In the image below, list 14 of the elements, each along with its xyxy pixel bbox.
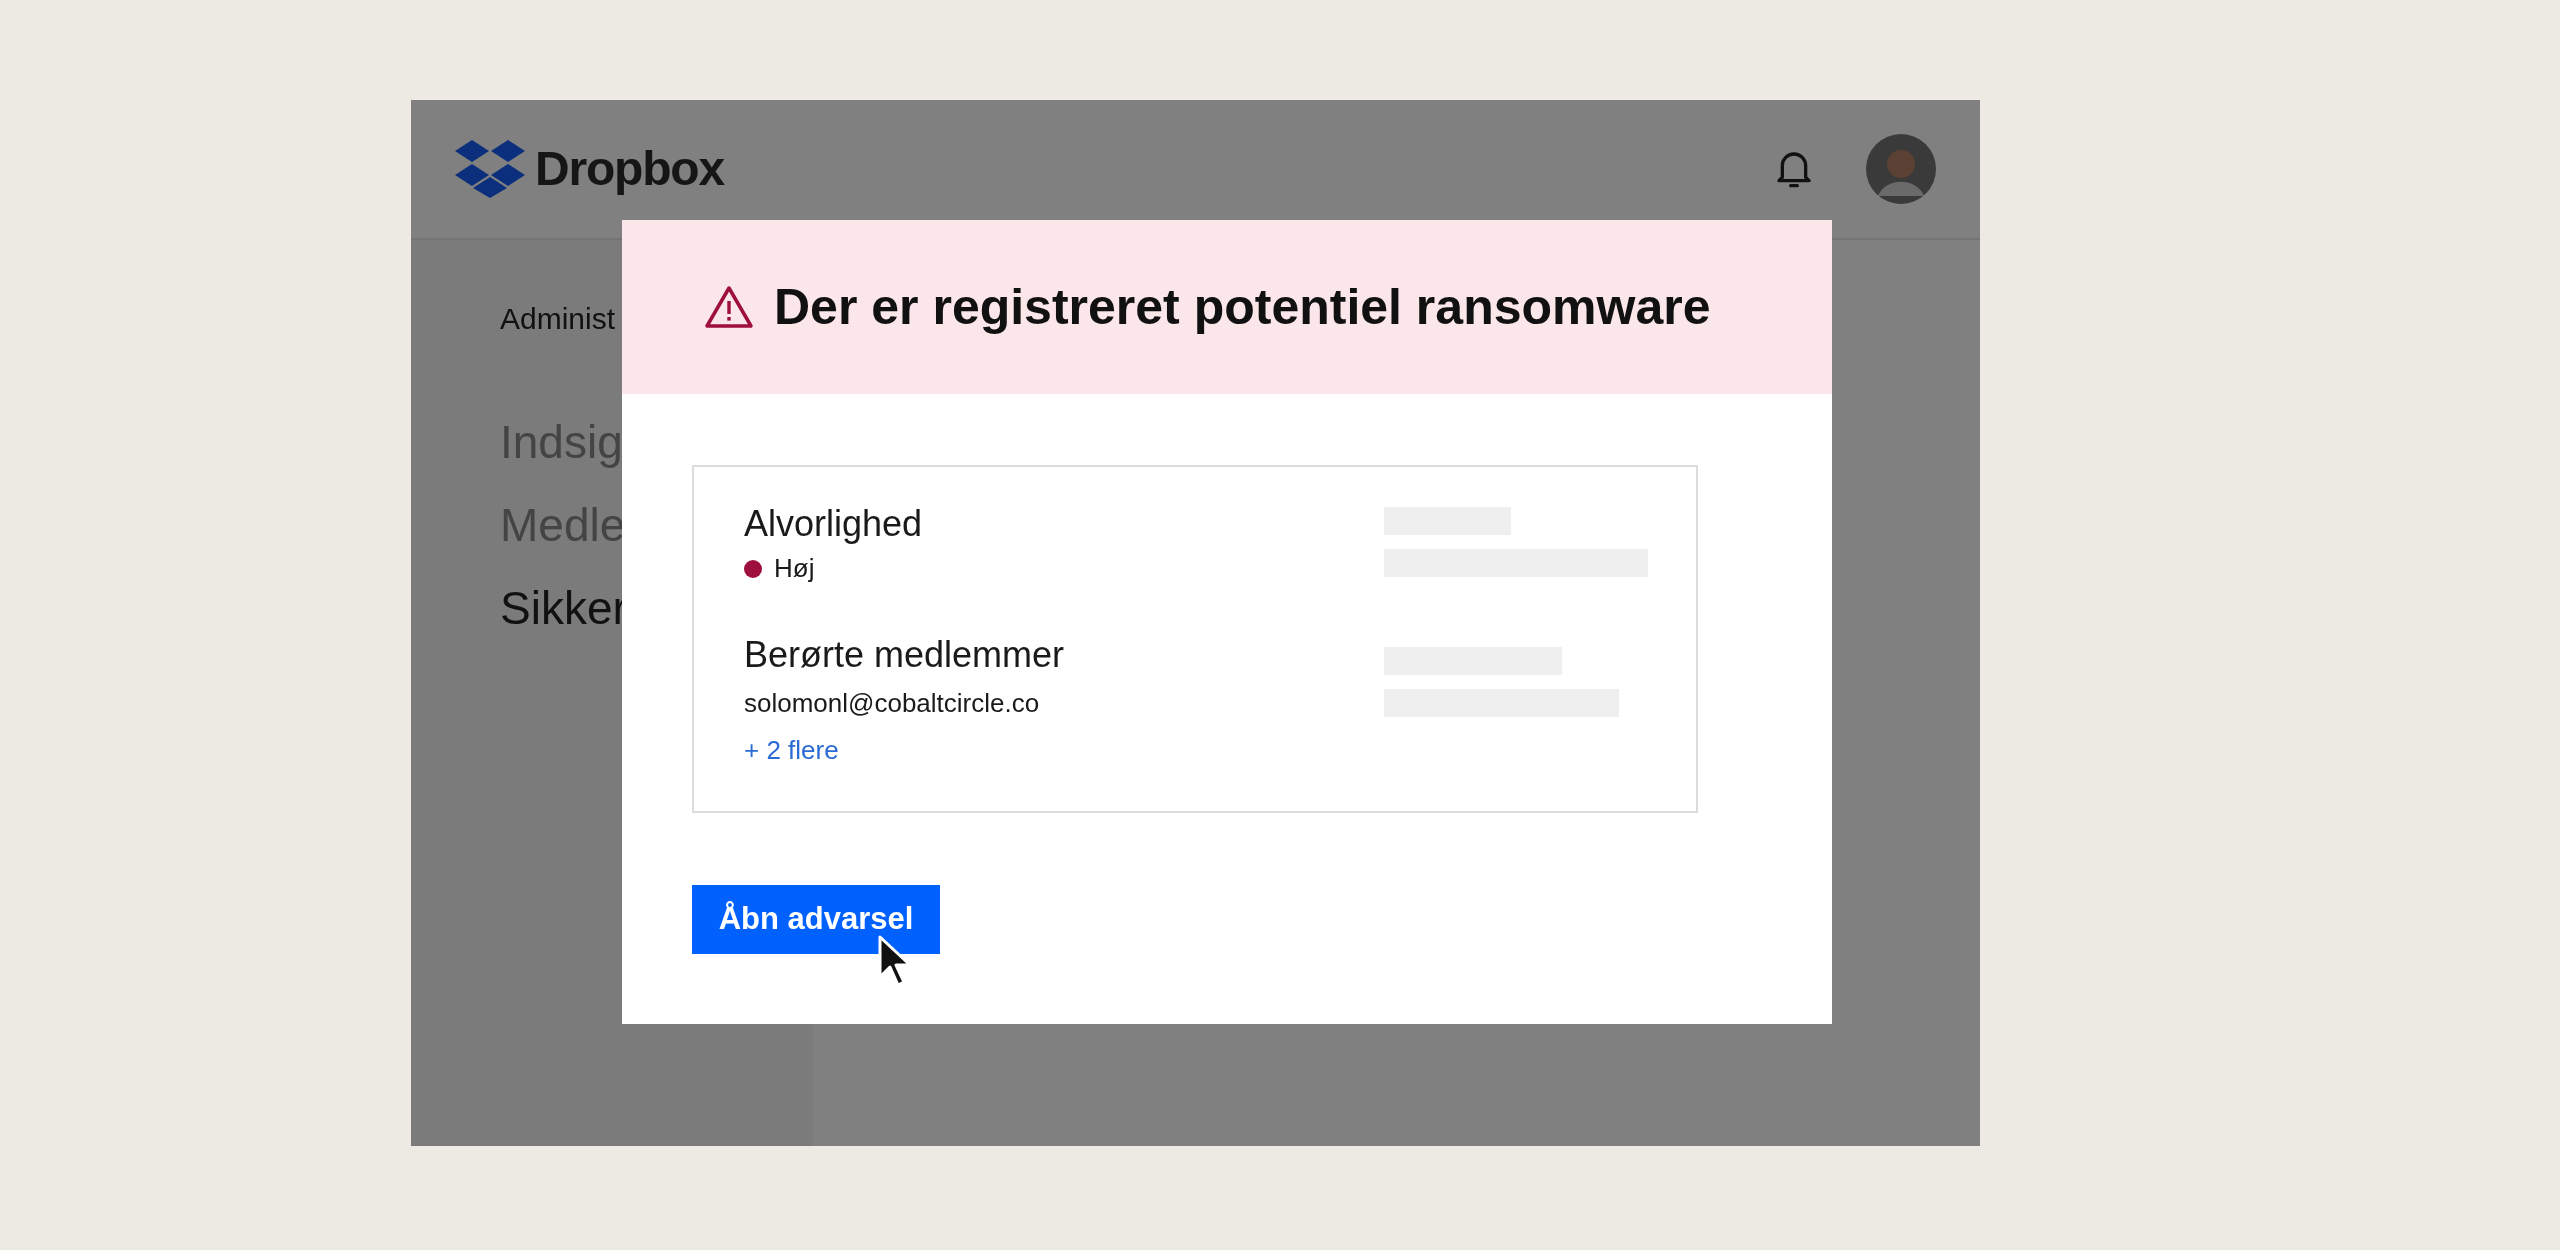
warning-icon: [704, 285, 754, 329]
sidebar-heading: Administ: [500, 301, 616, 337]
field-label: Berørte medlemmer: [744, 633, 1066, 677]
logo-icon: [455, 140, 525, 198]
logo-wordmark: Dropbox: [535, 141, 724, 197]
sidebar-item[interactable]: Medle: [500, 484, 626, 567]
avatar[interactable]: [1866, 134, 1936, 204]
open-alert-button[interactable]: Åbn advarsel: [692, 885, 940, 954]
dialog-title: Der er registreret potentiel ransomware: [774, 277, 1711, 337]
more-members-link[interactable]: + 2 flere: [744, 731, 839, 770]
field-label: Alvorlighed: [744, 502, 924, 546]
severity-value: Høj: [774, 552, 815, 585]
sidebar-item[interactable]: Indsig: [500, 401, 623, 484]
member-email: solomonl@cobaltcircle.co: [744, 687, 1041, 720]
